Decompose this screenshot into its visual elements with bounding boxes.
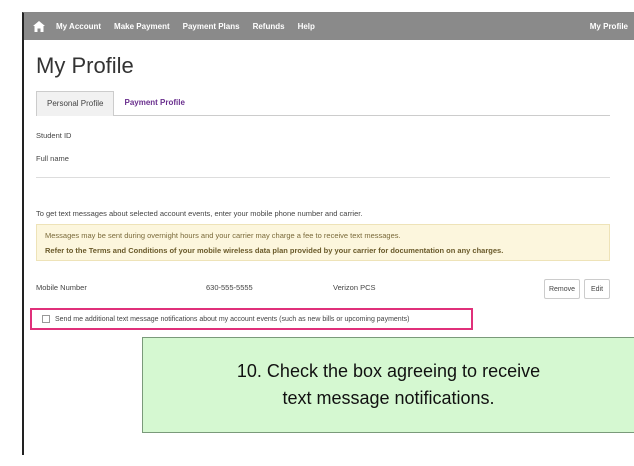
nav-my-account[interactable]: My Account (56, 22, 101, 31)
page-title: My Profile (36, 53, 134, 78)
sms-intro-text: To get text messages about selected acco… (36, 209, 363, 218)
sms-opt-in-highlight: Send me additional text message notifica… (30, 308, 473, 330)
tab-payment-profile[interactable]: Payment Profile (114, 91, 194, 115)
mobile-number-label: Mobile Number (36, 283, 87, 292)
remove-button[interactable]: Remove (544, 279, 580, 299)
nav-help[interactable]: Help (298, 22, 315, 31)
nav-make-payment[interactable]: Make Payment (114, 22, 170, 31)
mobile-number-value: 630-555-5555 (206, 283, 253, 292)
full-name-label: Full name (36, 154, 69, 163)
mobile-number-row: Mobile Number 630-555-5555 Verizon PCS R… (36, 279, 610, 299)
divider (36, 177, 610, 178)
student-id-label: Student ID (36, 131, 72, 140)
profile-tabs: Personal Profile Payment Profile (36, 91, 610, 116)
sms-opt-in-label[interactable]: Send me additional text message notifica… (55, 316, 409, 323)
slide: My Account Make Payment Payment Plans Re… (0, 0, 634, 466)
callout-line-1: 10. Check the box agreeing to receive (236, 361, 541, 381)
top-navbar: My Account Make Payment Payment Plans Re… (24, 13, 634, 40)
callout-line-2: text message notifications. (282, 388, 495, 408)
notice-line-1: Messages may be sent during overnight ho… (45, 231, 401, 240)
home-icon[interactable] (32, 20, 46, 34)
tab-personal-profile[interactable]: Personal Profile (36, 91, 115, 116)
instruction-callout: 10. Check the box agreeing to receive te… (142, 337, 634, 433)
nav-refunds[interactable]: Refunds (253, 22, 285, 31)
nav-my-profile[interactable]: My Profile (590, 22, 628, 31)
nav-payment-plans[interactable]: Payment Plans (183, 22, 240, 31)
edit-button[interactable]: Edit (584, 279, 610, 299)
sms-notice-box: Messages may be sent during overnight ho… (36, 224, 610, 261)
sms-opt-in-checkbox[interactable] (42, 315, 50, 323)
notice-line-2: Refer to the Terms and Conditions of you… (45, 246, 504, 255)
carrier-value: Verizon PCS (333, 283, 376, 292)
